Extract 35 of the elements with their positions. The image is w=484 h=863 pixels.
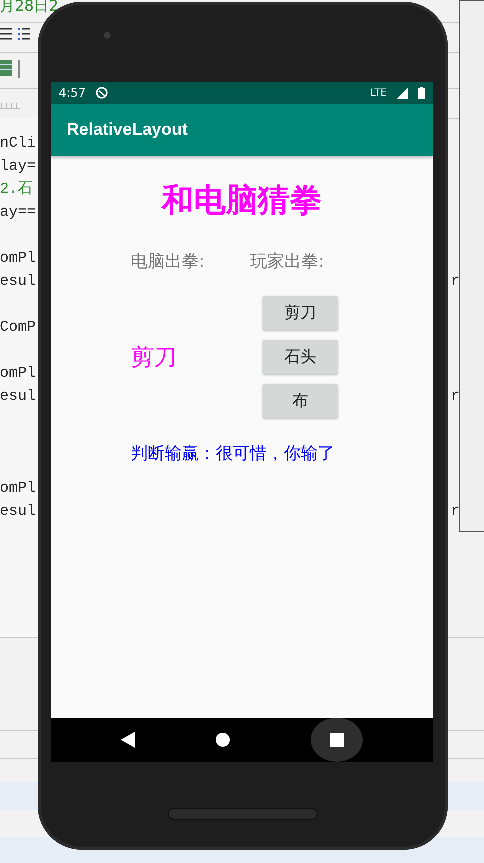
code-line: ay== (0, 203, 36, 223)
status-time: 4:57 (59, 86, 86, 100)
code-line: esul (0, 272, 36, 292)
code-line: omPl (0, 364, 36, 384)
square-icon (330, 733, 344, 747)
choice-button[interactable]: 剪刀 (263, 296, 338, 330)
network-type: LTE (370, 88, 387, 98)
code-line: lay= (0, 157, 36, 177)
computer-label: 电脑出拳: (131, 251, 205, 274)
code-line: r (451, 272, 460, 292)
recents-button[interactable] (310, 718, 363, 762)
computer-choice: 剪刀 (131, 344, 178, 372)
game-title: 和电脑猜拳 (162, 180, 322, 221)
code-line: r (451, 387, 460, 407)
back-icon[interactable] (121, 732, 136, 748)
code-line: 2.石 (0, 180, 34, 200)
camera-lens (104, 32, 111, 39)
player-label: 玩家出拳: (250, 251, 324, 274)
code-line: esul (0, 387, 36, 407)
choice-button[interactable]: 布 (263, 384, 338, 418)
code-line: ComP (0, 318, 36, 338)
code-line: r (451, 502, 460, 522)
numbered-list-icon[interactable] (18, 27, 30, 41)
code-line: nCli (0, 134, 36, 154)
code-line: omPl (0, 479, 36, 499)
code-line: omPl (0, 249, 36, 269)
list-icon[interactable] (0, 27, 12, 41)
table-icon[interactable] (0, 60, 12, 76)
code-line: esul (0, 502, 36, 522)
separator-icon (18, 60, 20, 78)
choice-button[interactable]: 石头 (263, 340, 338, 374)
battery-icon (418, 87, 425, 99)
app-title: RelativeLayout (67, 120, 188, 140)
result-text: 判断输赢：很可惜，你输了 (131, 443, 336, 465)
home-icon[interactable] (216, 733, 230, 747)
